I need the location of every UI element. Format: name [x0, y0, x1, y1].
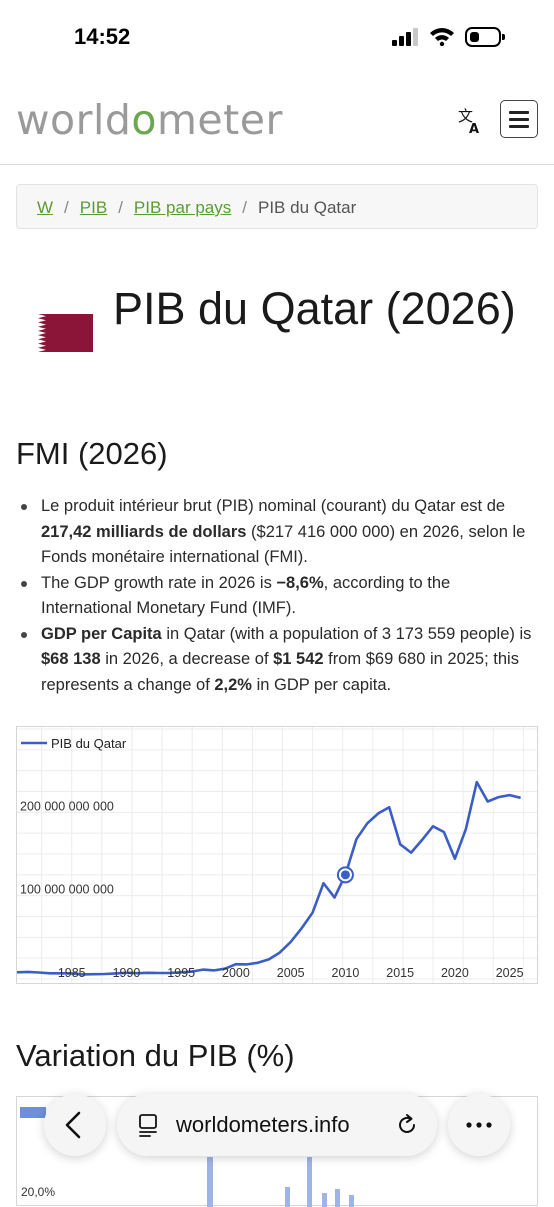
- hamburger-menu-button[interactable]: [500, 100, 538, 138]
- gdp-chart-svg: 100 000 000 000 200 000 000 000 1985 1990 19…: [17, 727, 537, 983]
- page-title: PIB du Qatar (2026): [113, 283, 516, 334]
- imf-bullet-list: Le produit intérieur brut (PIB) nominal …: [16, 494, 541, 698]
- section-title-imf: FMI (2026): [16, 436, 168, 471]
- breadcrumb-link-pib[interactable]: PIB: [80, 198, 107, 217]
- breadcrumb-link-home[interactable]: W: [37, 198, 53, 217]
- status-bar: 14:52: [0, 0, 554, 70]
- section-title-variation: Variation du PIB (%): [16, 1038, 295, 1073]
- qatar-flag: [16, 314, 93, 352]
- variation-chart-bar: [335, 1189, 340, 1207]
- chart-highlight-point: [340, 870, 350, 880]
- chart-x-tick-label: 2015: [386, 966, 414, 980]
- list-item: GDP per Capita in Qatar (with a populati…: [16, 622, 541, 699]
- svg-text:A: A: [469, 122, 479, 136]
- battery-icon: [465, 27, 505, 47]
- address-bar[interactable]: worldometers.info: [117, 1094, 437, 1156]
- chart-x-tick-label: 2005: [277, 966, 305, 980]
- breadcrumb-current: PIB du Qatar: [257, 198, 357, 217]
- worldometer-logo[interactable]: worldometer: [16, 96, 283, 144]
- more-options-button[interactable]: [448, 1094, 510, 1156]
- chevron-left-icon: [65, 1111, 81, 1139]
- chart-x-tick-label: 1985: [58, 966, 86, 980]
- url-text: worldometers.info: [176, 1112, 350, 1137]
- chart-x-tick-label: 2020: [441, 966, 469, 980]
- variation-chart-legend-swatch: [20, 1107, 46, 1118]
- chart-y-tick-label: 100 000 000 000: [20, 883, 114, 897]
- chart-x-tick-label: 1995: [167, 966, 195, 980]
- chart-legend-label: PIB du Qatar: [51, 736, 127, 751]
- chart-y-tick-label: 200 000 000 000: [20, 799, 114, 813]
- status-time: 14:52: [74, 24, 131, 49]
- gdp-line-chart[interactable]: 100 000 000 000 200 000 000 000 1985 1990 19…: [16, 726, 538, 984]
- variation-chart-bar: [322, 1193, 327, 1207]
- site-header: worldometer 文 A: [0, 78, 554, 165]
- variation-chart-bar: [285, 1187, 290, 1207]
- browser-back-button[interactable]: [44, 1094, 106, 1156]
- wifi-icon: [430, 28, 454, 46]
- reload-icon[interactable]: [394, 1112, 420, 1138]
- chart-x-tick-label: 2010: [332, 966, 360, 980]
- breadcrumb-link-pib-par-pays[interactable]: PIB par pays: [134, 198, 231, 217]
- chart-x-tick-label: 2000: [222, 966, 250, 980]
- chart-x-tick-label: 1990: [113, 966, 141, 980]
- page-info-icon[interactable]: [136, 1113, 160, 1137]
- breadcrumb: W / PIB / PIB par pays / PIB du Qatar: [16, 184, 538, 229]
- list-item: Le produit intérieur brut (PIB) nominal …: [16, 494, 541, 571]
- list-item: The GDP growth rate in 2026 is −8,6%, ac…: [16, 571, 541, 622]
- translate-icon[interactable]: 文 A: [455, 106, 485, 136]
- chart-x-tick-label: 2025: [496, 966, 524, 980]
- more-dots-icon: [466, 1122, 492, 1128]
- variation-chart-tick-label: 20,0%: [21, 1185, 56, 1199]
- variation-chart-bar: [349, 1195, 354, 1207]
- cellular-signal-icon: [392, 28, 420, 46]
